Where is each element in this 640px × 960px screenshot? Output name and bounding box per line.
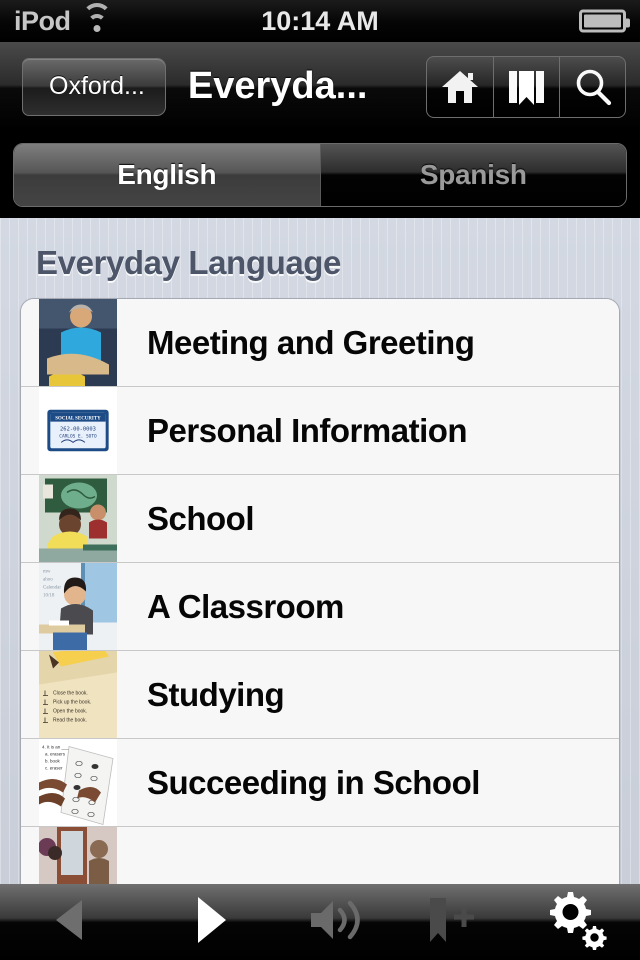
svg-text:Pick up the book.: Pick up the book. xyxy=(53,700,91,706)
list-item-label: A Classroom xyxy=(147,587,344,625)
svg-text:a. erasers: a. erasers xyxy=(45,752,66,757)
list-item-label: Succeeding in School xyxy=(147,763,480,801)
tab-english[interactable]: English xyxy=(14,144,320,206)
bookmarks-button[interactable] xyxy=(493,56,559,117)
list-item[interactable]: mw ahoo Calendar 10/18 A Classroom xyxy=(21,563,619,651)
bookmark-plus-icon xyxy=(424,897,482,948)
svg-text:10/18: 10/18 xyxy=(43,594,55,599)
row-thumbnail xyxy=(39,299,117,386)
list-item[interactable]: SOCIAL SECURITY 262-00-0003 CARLOS E. SO… xyxy=(21,387,619,475)
tab-spanish-label: Spanish xyxy=(419,159,527,190)
svg-text:SOCIAL SECURITY: SOCIAL SECURITY xyxy=(55,417,101,422)
list-item-label xyxy=(117,827,619,884)
tab-spanish[interactable]: Spanish xyxy=(319,144,626,206)
row-thumbnail: Close the book. Pick up the book. Open t… xyxy=(39,651,117,738)
svg-text:c. eraser: c. eraser xyxy=(45,766,63,771)
svg-text:mw: mw xyxy=(43,570,51,575)
back-button-label: Oxford... xyxy=(49,72,145,100)
add-bookmark-button[interactable] xyxy=(395,885,510,960)
row-thumbnail xyxy=(39,827,117,884)
svg-text:262-00-0003: 262-00-0003 xyxy=(60,427,96,433)
svg-text:CARLOS E. SOTO: CARLOS E. SOTO xyxy=(59,433,97,439)
search-button[interactable] xyxy=(559,56,625,117)
previous-triangle-icon xyxy=(50,898,90,947)
row-thumbnail: mw ahoo Calendar 10/18 xyxy=(39,563,117,650)
list-item[interactable] xyxy=(21,827,619,884)
list-item[interactable]: School xyxy=(21,475,619,563)
bottom-toolbar xyxy=(0,884,640,960)
list-item-label: School xyxy=(147,499,255,537)
previous-button[interactable] xyxy=(0,885,140,960)
status-bar-clock: 10:14 AM xyxy=(261,5,379,36)
content-area[interactable]: Everyday Language Meeting and Greeting S… xyxy=(0,218,640,884)
svg-text:Calendar: Calendar xyxy=(43,586,61,591)
svg-text:b. book: b. book xyxy=(45,759,61,764)
section-title: Everyday Language xyxy=(36,244,341,281)
play-button[interactable] xyxy=(140,885,280,960)
page-title: Everyda... xyxy=(187,65,368,107)
list-item-label: Personal Information xyxy=(147,411,468,449)
tab-english-label: English xyxy=(117,159,217,190)
nav-button-group xyxy=(426,55,626,118)
search-icon xyxy=(573,67,613,107)
row-thumbnail: 4. It is an ______ a. erasers b. book c.… xyxy=(39,739,117,826)
list-item-label: Studying xyxy=(147,675,285,713)
audio-button[interactable] xyxy=(280,885,395,960)
svg-text:Open the book.: Open the book. xyxy=(53,709,87,715)
row-thumbnail: SOCIAL SECURITY 262-00-0003 CARLOS E. SO… xyxy=(39,387,117,474)
home-icon xyxy=(440,69,480,105)
language-segmented-control: English Spanish xyxy=(0,132,640,218)
gears-icon xyxy=(542,890,608,955)
status-bar: iPod 10:14 AM xyxy=(0,0,640,42)
back-button[interactable]: Oxford... xyxy=(22,57,166,116)
list-item[interactable]: 4. It is an ______ a. erasers b. book c.… xyxy=(21,739,619,827)
list-item[interactable]: Meeting and Greeting xyxy=(21,299,619,387)
battery-icon xyxy=(579,9,630,33)
topic-list: Meeting and Greeting SOCIAL SECURITY 262… xyxy=(20,298,620,884)
row-thumbnail xyxy=(39,475,117,562)
app-screen: iPod 10:14 AM Oxford... Everyda... Engli… xyxy=(0,0,640,960)
settings-button[interactable] xyxy=(510,885,640,960)
bookmarks-icon xyxy=(508,68,546,106)
svg-text:ahoo: ahoo xyxy=(43,578,53,583)
speaker-volume-icon xyxy=(307,898,369,947)
home-button[interactable] xyxy=(427,57,493,117)
list-item[interactable]: Close the book. Pick up the book. Open t… xyxy=(21,651,619,739)
segment-group: English Spanish xyxy=(13,143,627,207)
list-item-label: Meeting and Greeting xyxy=(147,323,475,361)
svg-text:Read the book.: Read the book. xyxy=(53,718,87,724)
play-triangle-icon xyxy=(190,895,230,950)
status-bar-right xyxy=(579,9,630,33)
navigation-bar: Oxford... Everyda... xyxy=(0,42,640,132)
svg-text:Close the book.: Close the book. xyxy=(53,691,88,697)
